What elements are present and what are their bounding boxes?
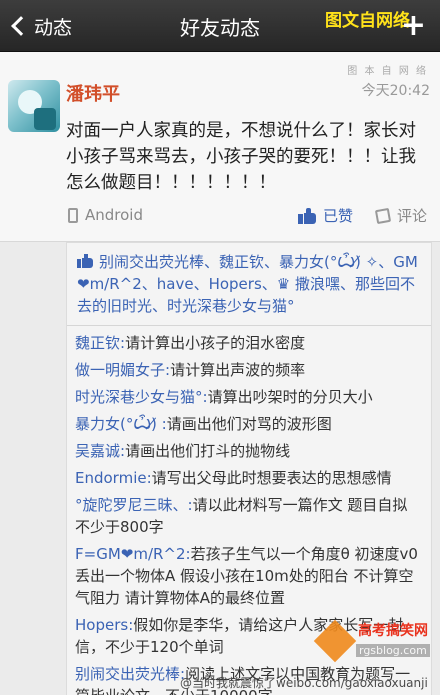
comment-item[interactable]: °旋陀罗尼三昧、:请以此材料写一篇作文 题目自拟 不少于800字	[75, 494, 423, 538]
comment-item[interactable]: F=GM❤m/R^2:若孩子生气以一个角度θ 初速度v0丢出一个物体A 假设小孩…	[75, 543, 423, 609]
comment-text: 请算出吵架时的分贝大小	[207, 388, 373, 406]
divider	[67, 325, 431, 326]
comment-author[interactable]: 吴嘉诚:	[75, 442, 125, 460]
comment-text: 请画出他们打斗的抛物线	[125, 442, 291, 460]
logo-text: 高考搞笑网	[358, 623, 428, 639]
like-label: 已赞	[323, 207, 354, 225]
comment-author[interactable]: 时光深巷少女与猫°:	[75, 388, 208, 406]
watermark-logo: 高考搞笑网 rgsblog.com	[313, 614, 430, 668]
thumbs-up-icon	[77, 254, 93, 268]
logo-site: rgsblog.com	[356, 644, 430, 657]
likes-list: 别闹交出荧光棒、魏正钦、暴力女(°Ѽ)̸ ✧、GM❤m/R^2、have、Hop…	[75, 251, 423, 317]
comment-author[interactable]: 暴力女(°Ѽ)̸ :	[75, 415, 167, 433]
avatar-shape	[34, 108, 56, 130]
comment-author[interactable]: °旋陀罗尼三昧、:	[75, 496, 193, 514]
comment-author[interactable]: Hopers:	[75, 616, 133, 634]
comment-item[interactable]: 魏正钦:请计算出小孩子的泪水密度	[75, 332, 423, 354]
comment-item[interactable]: Endormie:请写出父母此时想要表达的思想感情	[75, 467, 423, 489]
comment-author[interactable]: Endormie:	[75, 469, 152, 487]
comment-author[interactable]: 魏正钦:	[75, 334, 125, 352]
device-label: Android	[85, 206, 143, 224]
comment-item[interactable]: 吴嘉诚:请画出他们打斗的抛物线	[75, 440, 423, 462]
comment-text: 请计算出小孩子的泪水密度	[125, 334, 306, 352]
comment-item[interactable]: 时光深巷少女与猫°:请算出吵架时的分贝大小	[75, 386, 423, 408]
watermark-credit: @当时我就震惊了weibo.com/gaoxiaoxuanji	[180, 676, 428, 690]
comment-item[interactable]: 做一明媚女子:请计算出声波的频率	[75, 359, 423, 381]
comment-text: 请计算出声波的频率	[170, 361, 306, 379]
post-text: 对面一户人家真的是，不想说什么了！家长对小孩子骂来骂去，小孩子哭的要死！！！让我…	[66, 121, 416, 193]
post-card: 潘玮平 图 本 自 网 络 今天20:42 对面一户人家真的是，不想说什么了！家…	[0, 52, 440, 242]
comment-text: 请画出他们对骂的波形图	[166, 415, 332, 433]
post-time: 今天20:42	[361, 83, 430, 99]
comment-author[interactable]: 别闹交出荧光棒:	[75, 665, 185, 683]
like-button[interactable]: 已赞	[298, 205, 353, 226]
post-device: Android	[68, 206, 143, 224]
avatar[interactable]	[8, 80, 60, 132]
watermark-top: 图文自网络	[325, 11, 410, 31]
watermark-small: 图 本 自 网 络	[347, 66, 428, 77]
top-bar: 动态 好友动态 图文自网络 +	[0, 0, 440, 52]
comment-author[interactable]: F=GM❤m/R^2:	[75, 545, 191, 563]
add-button[interactable]: +	[401, 10, 426, 42]
pencil-icon	[374, 207, 392, 224]
comment-author[interactable]: 做一明媚女子:	[75, 361, 170, 379]
comment-text: 请写出父母此时想要表达的思想感情	[151, 469, 392, 487]
comment-label: 评论	[397, 207, 428, 225]
comment-item[interactable]: 暴力女(°Ѽ)̸ :请画出他们对骂的波形图	[75, 413, 423, 435]
likes-text[interactable]: 别闹交出荧光棒、魏正钦、暴力女(°Ѽ)̸ ✧、GM❤m/R^2、have、Hop…	[77, 253, 418, 315]
logo-icon	[313, 619, 357, 663]
post-username[interactable]: 潘玮平	[66, 80, 120, 106]
phone-icon	[68, 207, 78, 223]
comment-button[interactable]: 评论	[374, 205, 428, 226]
thumbs-up-icon	[298, 207, 316, 224]
